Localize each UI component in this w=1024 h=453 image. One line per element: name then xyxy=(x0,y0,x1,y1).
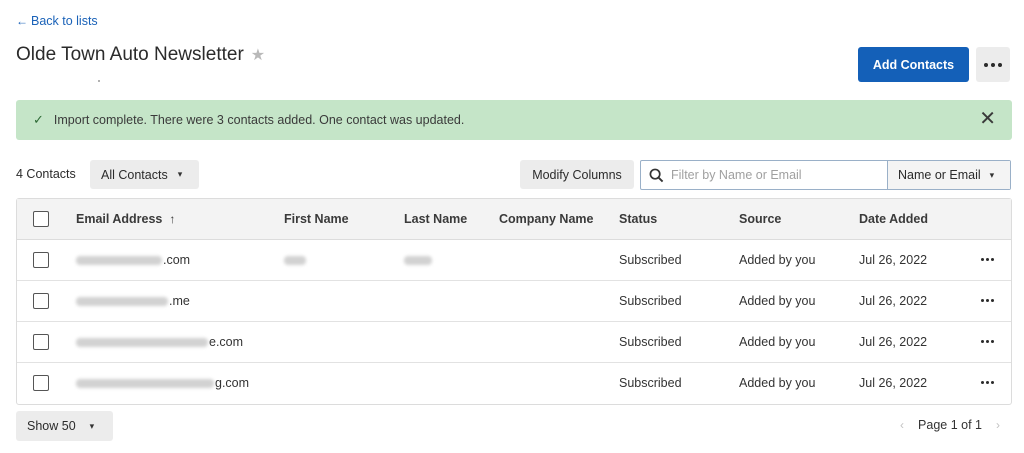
dot xyxy=(991,299,994,302)
pagination: ‹ Page 1 of 1 › xyxy=(900,418,1000,432)
search-scope-select[interactable]: Name or Email ▾ xyxy=(887,161,1010,189)
redacted-first-name xyxy=(284,256,306,266)
email-suffix: .me xyxy=(169,294,190,308)
source-cell: Added by you xyxy=(739,253,816,267)
status-cell: Subscribed xyxy=(619,294,682,308)
contacts-filter-dropdown[interactable]: All Contacts ▾ xyxy=(90,160,199,189)
column-header-email[interactable]: Email Address ↑ xyxy=(76,212,175,226)
search-input[interactable] xyxy=(671,162,886,188)
column-header-status[interactable]: Status xyxy=(619,212,657,226)
sort-ascending-icon: ↑ xyxy=(169,212,176,226)
add-contacts-button[interactable]: Add Contacts xyxy=(858,47,969,82)
more-options-button[interactable] xyxy=(976,47,1010,82)
column-header-label: Email Address xyxy=(76,212,163,226)
page-size-value: Show 50 xyxy=(27,419,76,433)
email-cell: .com xyxy=(76,253,190,267)
table-row[interactable]: e.com Subscribed Added by you Jul 26, 20… xyxy=(17,322,1011,363)
source-cell: Added by you xyxy=(739,376,816,390)
chevron-down-icon: ▾ xyxy=(177,169,183,179)
search-scope-value: Name or Email xyxy=(898,168,981,182)
status-cell: Subscribed xyxy=(619,253,682,267)
checkmark-icon: ✓ xyxy=(33,112,44,127)
back-link-label: Back to lists xyxy=(31,14,98,28)
page-title: Olde Town Auto Newsletter xyxy=(16,44,244,65)
page-indicator: Page 1 of 1 xyxy=(918,418,982,432)
chevron-left-icon[interactable]: ‹ xyxy=(900,418,904,432)
date-cell: Jul 26, 2022 xyxy=(859,253,928,267)
column-header-source[interactable]: Source xyxy=(739,212,781,226)
arrow-left-icon: ← xyxy=(16,14,28,28)
date-cell: Jul 26, 2022 xyxy=(859,335,928,349)
dot xyxy=(991,340,994,343)
row-checkbox[interactable] xyxy=(33,252,49,268)
close-icon[interactable]: ✕ xyxy=(979,109,996,129)
import-success-alert: ✓ Import complete. There were 3 contacts… xyxy=(16,100,1012,140)
table-row[interactable]: g.com Subscribed Added by you Jul 26, 20… xyxy=(17,363,1011,404)
dot xyxy=(981,381,984,384)
last-name-cell xyxy=(404,253,433,267)
subtitle-placeholder xyxy=(98,80,100,82)
table-row[interactable]: .com Subscribed Added by you Jul 26, 202… xyxy=(17,240,1011,281)
date-cell: Jul 26, 2022 xyxy=(859,294,928,308)
search-icon xyxy=(641,168,671,183)
more-icon xyxy=(984,62,988,67)
chevron-down-icon: ▾ xyxy=(989,169,995,180)
email-suffix: e.com xyxy=(209,335,244,349)
alert-message: Import complete. There were 3 contacts a… xyxy=(53,113,465,127)
row-more-icon[interactable] xyxy=(981,299,994,302)
more-icon-dot xyxy=(998,62,1002,67)
contacts-table: Email Address ↑ First Name Last Name Comp… xyxy=(16,198,1012,405)
source-cell: Added by you xyxy=(739,335,816,349)
chevron-right-icon[interactable]: › xyxy=(996,418,1000,432)
more-icon-dot xyxy=(991,62,995,67)
dot xyxy=(986,381,989,384)
dot xyxy=(991,258,994,261)
dot xyxy=(986,340,989,343)
email-suffix: .com xyxy=(163,253,191,267)
table-header: Email Address ↑ First Name Last Name Comp… xyxy=(17,199,1011,240)
dot xyxy=(981,340,984,343)
search-box: Name or Email ▾ xyxy=(640,160,1011,190)
redacted-last-name xyxy=(404,256,432,266)
email-cell: g.com xyxy=(76,376,249,390)
back-to-lists-link[interactable]: ← Back to lists xyxy=(16,14,98,28)
dot xyxy=(981,299,984,302)
row-more-icon[interactable] xyxy=(981,381,994,384)
first-name-cell xyxy=(284,253,307,267)
page-size-dropdown[interactable]: Show 50 ▾ xyxy=(16,411,113,441)
table-row[interactable]: .me Subscribed Added by you Jul 26, 2022 xyxy=(17,281,1011,322)
contact-count: 4 Contacts xyxy=(16,167,76,181)
redacted-email xyxy=(76,338,208,348)
filter-value: All Contacts xyxy=(101,167,168,182)
dot xyxy=(981,258,984,261)
row-more-icon[interactable] xyxy=(981,340,994,343)
dot xyxy=(986,258,989,261)
select-all-checkbox[interactable] xyxy=(33,211,49,227)
row-more-icon[interactable] xyxy=(981,258,994,261)
email-suffix: g.com xyxy=(215,376,250,390)
row-checkbox[interactable] xyxy=(33,375,49,391)
status-cell: Subscribed xyxy=(619,335,682,349)
redacted-email xyxy=(76,379,214,389)
redacted-email xyxy=(76,256,162,266)
modify-columns-button[interactable]: Modify Columns xyxy=(520,160,634,189)
chevron-down-icon: ▾ xyxy=(89,420,95,431)
dot xyxy=(986,299,989,302)
email-cell: .me xyxy=(76,294,190,308)
dot xyxy=(991,381,994,384)
source-cell: Added by you xyxy=(739,294,816,308)
column-header-date-added[interactable]: Date Added xyxy=(859,212,928,226)
column-header-first-name[interactable]: First Name xyxy=(284,212,349,226)
status-cell: Subscribed xyxy=(619,376,682,390)
date-cell: Jul 26, 2022 xyxy=(859,376,928,390)
page-title-row: Olde Town Auto Newsletter ★ xyxy=(16,44,265,66)
column-header-company[interactable]: Company Name xyxy=(499,212,593,226)
redacted-email xyxy=(76,297,168,307)
email-cell: e.com xyxy=(76,335,243,349)
row-checkbox[interactable] xyxy=(33,293,49,309)
row-checkbox[interactable] xyxy=(33,334,49,350)
column-header-last-name[interactable]: Last Name xyxy=(404,212,467,226)
star-icon[interactable]: ★ xyxy=(251,45,265,65)
